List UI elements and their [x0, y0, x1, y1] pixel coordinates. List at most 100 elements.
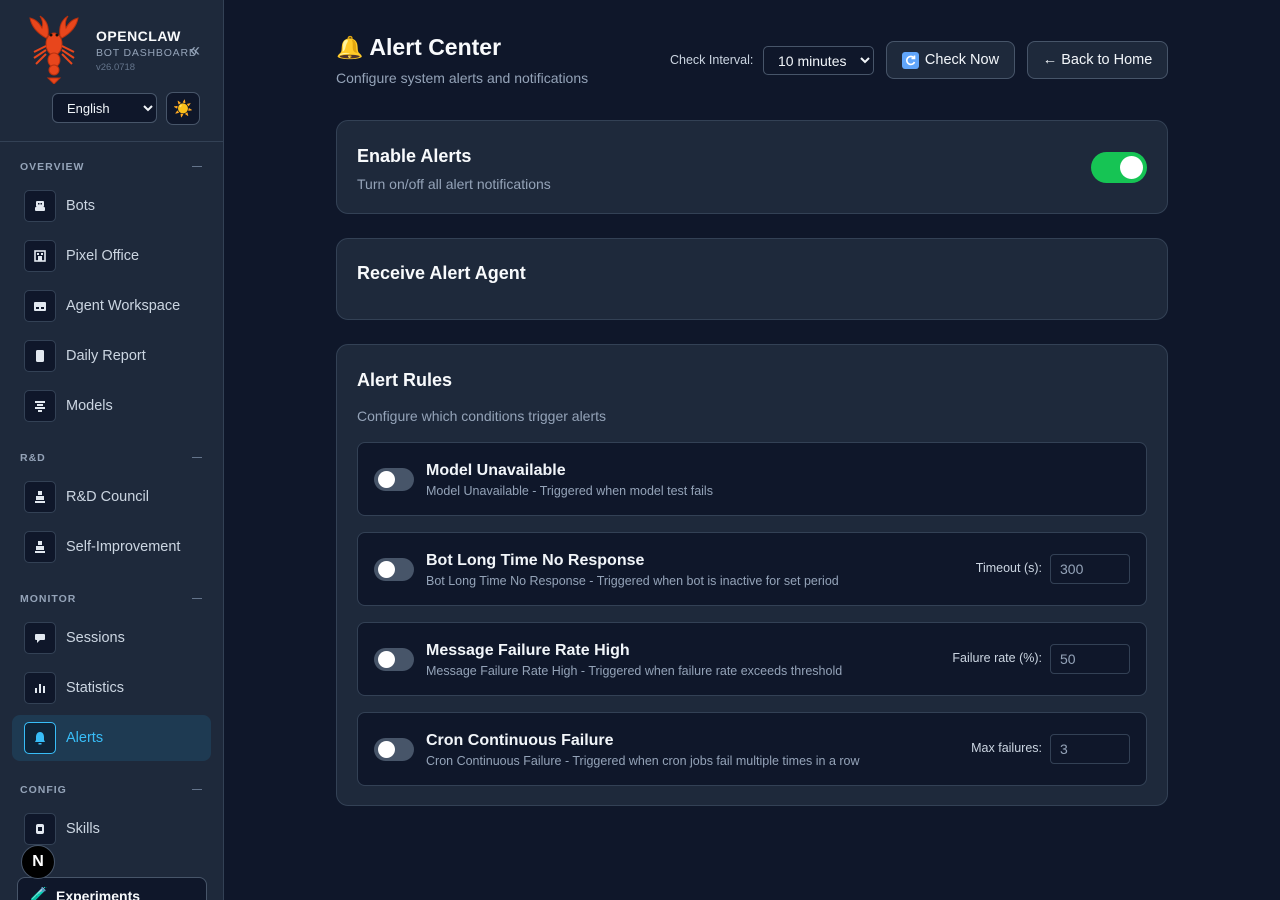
refresh-icon [901, 51, 919, 69]
alert-rules-card: Alert Rules Configure which conditions t… [336, 344, 1168, 806]
sidebar-item-statistics[interactable]: Statistics [12, 665, 211, 711]
rule-model-unavailable: Model Unavailable Model Unavailable - Tr… [357, 442, 1147, 516]
theme-toggle-button[interactable]: ☀️ [166, 92, 200, 125]
max-failures-input[interactable] [1050, 734, 1130, 764]
back-to-home-label: ← Back to Home [1042, 52, 1153, 68]
sidebar-item-label: Statistics [66, 680, 125, 696]
rule-toggle[interactable] [374, 468, 414, 491]
page-title: 🔔 Alert Center [336, 34, 501, 61]
rule-cron-continuous-failure: Cron Continuous Failure Cron Continuous … [357, 712, 1147, 786]
rule-title: Cron Continuous Failure [426, 732, 614, 749]
rule-bot-no-response: Bot Long Time No Response Bot Long Time … [357, 532, 1147, 606]
rule-toggle[interactable] [374, 558, 414, 581]
sidebar-item-sessions[interactable]: Sessions [12, 615, 211, 661]
timeout-label: Timeout (s): [975, 561, 1042, 575]
rule-desc: Model Unavailable - Triggered when model… [426, 484, 713, 498]
collapse-sidebar-icon[interactable]: « [190, 40, 200, 61]
collapse-section-icon[interactable] [192, 166, 202, 167]
sidebar-item-rnd-council[interactable]: R&D Council [12, 474, 211, 520]
toggle-knob [378, 561, 395, 578]
rule-title: Model Unavailable [426, 462, 566, 479]
models-icon [24, 390, 56, 422]
sessions-icon [24, 622, 56, 654]
collapse-section-icon[interactable] [192, 457, 202, 458]
rule-message-failure-rate: Message Failure Rate High Message Failur… [357, 622, 1147, 696]
nav-header-overview: OVERVIEW [20, 161, 85, 173]
bell-icon: 🔔 [336, 34, 364, 60]
brand-version: v26.0718 [96, 62, 136, 73]
toggle-knob [378, 741, 395, 758]
sidebar-item-alerts[interactable]: Alerts [12, 715, 211, 761]
alert-rules-title: Alert Rules [357, 370, 453, 390]
lobster-logo-icon [29, 15, 79, 84]
failure-rate-input[interactable] [1050, 644, 1130, 674]
sidebar: OPENCLAW BOT DASHBOARD v26.0718 « Englis… [0, 0, 224, 900]
check-interval-label: Check Interval: [670, 53, 754, 67]
workspace-icon [24, 290, 56, 322]
timeout-input[interactable] [1050, 554, 1130, 584]
toggle-knob [378, 651, 395, 668]
experiments-label: Experiments [56, 888, 141, 900]
nav-header-config: CONFIG [20, 784, 67, 796]
rule-desc: Message Failure Rate High - Triggered wh… [426, 664, 843, 678]
rule-title: Bot Long Time No Response [426, 552, 645, 569]
sidebar-item-label: Bots [66, 198, 96, 214]
enable-alerts-card: Enable Alerts Turn on/off all alert noti… [336, 120, 1168, 214]
toggle-knob [1120, 156, 1143, 179]
check-now-label: Check Now [924, 52, 1000, 68]
rule-desc: Cron Continuous Failure - Triggered when… [426, 754, 860, 768]
max-failures-label: Max failures: [971, 741, 1042, 755]
check-interval-select[interactable]: 10 minutes [763, 46, 874, 75]
enable-alerts-title: Enable Alerts [357, 146, 472, 166]
sidebar-item-label: Agent Workspace [66, 298, 181, 314]
sun-icon: ☀️ [173, 100, 193, 118]
sidebar-item-pixel-office[interactable]: Pixel Office [12, 233, 211, 279]
enable-alerts-toggle[interactable] [1091, 152, 1147, 183]
sidebar-item-self-improvement[interactable]: Self-Improvement [12, 524, 211, 570]
toggle-knob [378, 471, 395, 488]
sidebar-item-label: R&D Council [66, 489, 149, 505]
bar-chart-icon [24, 672, 56, 704]
brand-subtitle: BOT DASHBOARD [96, 47, 198, 59]
rule-toggle[interactable] [374, 648, 414, 671]
experiments-panel[interactable]: 🧪 Experiments [17, 877, 207, 900]
page-title-text: Alert Center [369, 34, 502, 60]
sidebar-item-models[interactable]: Models [12, 383, 211, 429]
robot-icon [24, 190, 56, 222]
sidebar-item-bots[interactable]: Bots [12, 183, 211, 229]
language-select[interactable]: English [52, 93, 157, 123]
sidebar-item-label: Sessions [66, 630, 125, 646]
skills-icon [24, 813, 56, 845]
sidebar-item-label: Self-Improvement [66, 539, 181, 555]
brand-name: OPENCLAW [96, 28, 181, 44]
next-dev-badge[interactable]: N [21, 845, 55, 879]
check-now-button[interactable]: Check Now [886, 41, 1015, 79]
receive-alert-agent-card: Receive Alert Agent [336, 238, 1168, 320]
nav-header-monitor: MONITOR [20, 593, 77, 605]
sidebar-item-label: Alerts [66, 730, 104, 746]
office-icon [24, 240, 56, 272]
sidebar-item-label: Skills [66, 821, 100, 837]
sidebar-item-agent-workspace[interactable]: Agent Workspace [12, 283, 211, 329]
alert-rules-desc: Configure which conditions trigger alert… [357, 408, 607, 424]
sidebar-item-label: Models [66, 398, 113, 414]
receive-alert-agent-title: Receive Alert Agent [357, 263, 526, 283]
collapse-section-icon[interactable] [192, 598, 202, 599]
bell-icon [24, 722, 56, 754]
rule-toggle[interactable] [374, 738, 414, 761]
failure-rate-label: Failure rate (%): [952, 651, 1042, 665]
rule-title: Message Failure Rate High [426, 642, 630, 659]
report-icon [24, 340, 56, 372]
sidebar-item-daily-report[interactable]: Daily Report [12, 333, 211, 379]
back-to-home-button[interactable]: ← Back to Home [1027, 41, 1168, 79]
council-icon [24, 481, 56, 513]
improvement-icon [24, 531, 56, 563]
collapse-section-icon[interactable] [192, 789, 202, 790]
test-tube-icon: 🧪 [30, 886, 48, 900]
rule-desc: Bot Long Time No Response - Triggered wh… [426, 574, 839, 588]
sidebar-item-label: Pixel Office [66, 248, 140, 264]
sidebar-item-label: Daily Report [66, 348, 146, 364]
nav-header-rnd: R&D [20, 452, 46, 464]
page-subtitle: Configure system alerts and notification… [336, 70, 589, 86]
enable-alerts-desc: Turn on/off all alert notifications [357, 176, 551, 192]
